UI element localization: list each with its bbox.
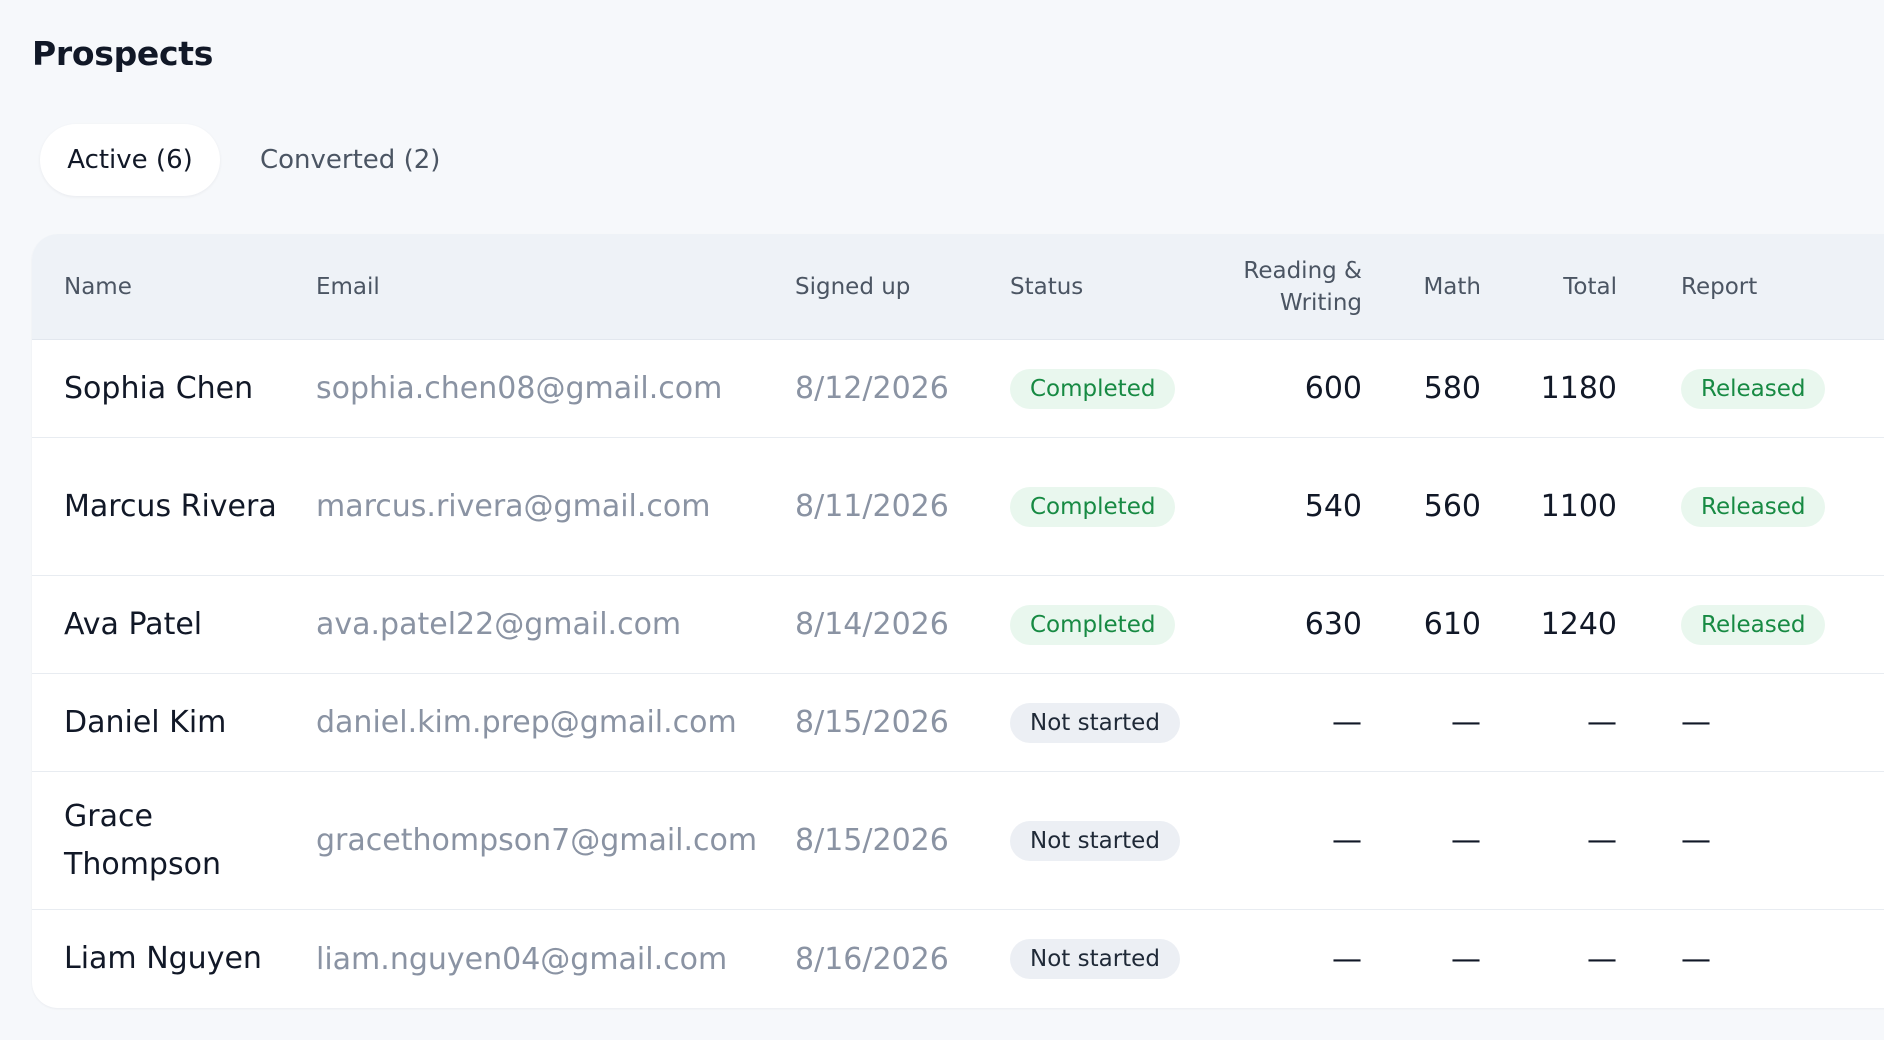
column-header-status[interactable]: Status [1010,271,1083,303]
report-badge[interactable]: Released [1681,486,1826,527]
prospect-email: daniel.kim.prep@gmail.com [316,705,737,740]
reading-writing-score: — [1332,705,1362,740]
signed-up-date: 8/16/2026 [795,941,949,977]
prospect-name: Grace Thompson [64,798,221,882]
column-header-math[interactable]: Math [1362,271,1481,303]
tab-converted[interactable]: Converted (2) [242,124,458,196]
math-score: — [1451,823,1481,858]
total-score: — [1587,823,1617,858]
reading-writing-score: — [1332,823,1362,858]
total-score: 1180 [1540,371,1617,406]
column-header-reading-writing[interactable]: Reading & Writing [1212,255,1362,319]
reading-writing-score: — [1332,941,1362,977]
prospect-email: ava.patel22@gmail.com [316,607,682,642]
status-badge: Not started [1010,702,1180,743]
column-header-email[interactable]: Email [316,271,380,303]
signed-up-date: 8/12/2026 [795,371,949,406]
prospect-name: Sophia Chen [64,370,254,406]
column-header-signed-up[interactable]: Signed up [795,271,910,303]
prospects-page: Prospects Active (6) Converted (2) Name … [0,0,1884,1040]
total-score: — [1587,705,1617,740]
report-badge[interactable]: Released [1681,604,1826,645]
status-badge: Not started [1010,939,1180,979]
reading-writing-score: 630 [1304,607,1362,642]
prospect-email: marcus.rivera@gmail.com [316,489,711,524]
status-badge: Completed [1010,486,1176,527]
total-score: 1240 [1540,607,1617,642]
prospect-name: Ava Patel [64,606,203,642]
signed-up-date: 8/15/2026 [795,705,949,740]
signed-up-date: 8/15/2026 [795,823,949,858]
report-placeholder: — [1681,941,1711,977]
total-score: — [1587,941,1617,977]
column-header-name[interactable]: Name [64,271,132,303]
status-badge: Completed [1010,368,1176,409]
prospect-name: Daniel Kim [64,704,227,740]
tab-active[interactable]: Active (6) [40,124,220,196]
math-score: 560 [1423,489,1481,524]
table-row[interactable]: Marcus Rivera marcus.rivera@gmail.com 8/… [32,438,1884,576]
column-header-total[interactable]: Total [1481,271,1617,303]
table-row[interactable]: Daniel Kim daniel.kim.prep@gmail.com 8/1… [32,674,1884,772]
table-row[interactable]: Ava Patel ava.patel22@gmail.com 8/14/202… [32,576,1884,674]
math-score: 580 [1423,371,1481,406]
table-header: Name Email Signed up Status Reading & Wr… [32,234,1884,340]
prospects-table: Name Email Signed up Status Reading & Wr… [32,234,1884,1008]
reading-writing-score: 540 [1304,489,1362,524]
math-score: — [1451,941,1481,977]
table-row[interactable]: Grace Thompson gracethompson7@gmail.com … [32,772,1884,910]
math-score: 610 [1423,607,1481,642]
column-header-report[interactable]: Report [1681,271,1757,303]
table-row[interactable]: Sophia Chen sophia.chen08@gmail.com 8/12… [32,340,1884,438]
signed-up-date: 8/14/2026 [795,607,949,642]
prospect-name: Liam Nguyen [64,941,262,976]
tab-bar: Active (6) Converted (2) [40,124,458,196]
prospect-name: Marcus Rivera [64,488,277,524]
report-placeholder: — [1681,705,1711,740]
math-score: — [1451,705,1481,740]
status-badge: Completed [1010,604,1176,645]
report-badge[interactable]: Released [1681,368,1826,409]
prospect-email: liam.nguyen04@gmail.com [316,941,728,977]
status-badge: Not started [1010,820,1180,861]
report-placeholder: — [1681,823,1711,858]
prospect-email: sophia.chen08@gmail.com [316,371,723,406]
prospect-email: gracethompson7@gmail.com [316,823,758,858]
total-score: 1100 [1540,489,1617,524]
page-title: Prospects [32,34,214,73]
reading-writing-score: 600 [1304,371,1362,406]
table-row[interactable]: Liam Nguyen liam.nguyen04@gmail.com 8/16… [32,910,1884,1008]
signed-up-date: 8/11/2026 [795,489,949,524]
